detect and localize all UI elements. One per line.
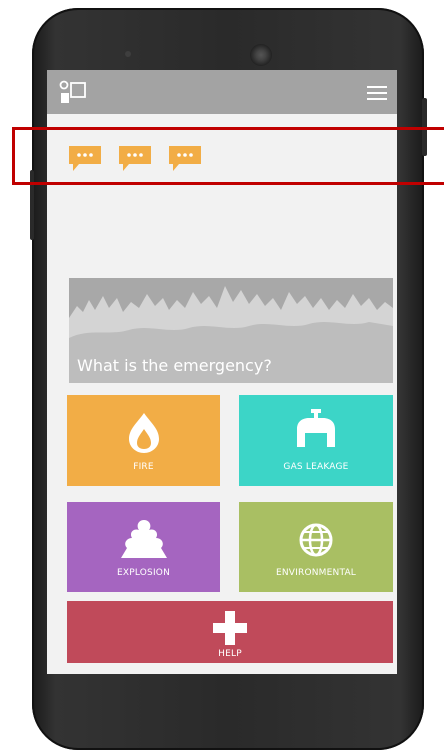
explosion-label: EXPLOSION bbox=[116, 568, 171, 578]
faucet-icon bbox=[297, 409, 335, 447]
fire-tile[interactable]: FIRE bbox=[67, 395, 220, 486]
hamburger-menu-icon[interactable] bbox=[367, 86, 387, 100]
app-logo-icon[interactable] bbox=[59, 80, 89, 106]
speaker-grille bbox=[250, 44, 272, 66]
plus-icon bbox=[213, 611, 247, 645]
banner-title: What is the emergency? bbox=[77, 356, 272, 375]
front-camera bbox=[125, 51, 131, 57]
gas-leakage-tile[interactable]: GAS LEAKAGE bbox=[239, 395, 393, 486]
environmental-label: ENVIRONMENTAL bbox=[275, 568, 357, 578]
emergency-banner: What is the emergency? bbox=[69, 278, 393, 383]
help-tile[interactable]: HELP bbox=[67, 601, 393, 663]
explosion-icon bbox=[120, 520, 167, 558]
help-label: HELP bbox=[218, 649, 242, 659]
explosion-tile[interactable]: EXPLOSION bbox=[67, 502, 220, 592]
highlight-box bbox=[12, 127, 444, 185]
app-bar bbox=[47, 70, 397, 114]
environmental-tile[interactable]: ENVIRONMENTAL bbox=[239, 502, 393, 592]
fire-label: FIRE bbox=[133, 462, 154, 472]
globe-icon bbox=[299, 523, 333, 557]
flame-icon bbox=[128, 413, 159, 453]
gas-leakage-label: GAS LEAKAGE bbox=[283, 462, 349, 472]
